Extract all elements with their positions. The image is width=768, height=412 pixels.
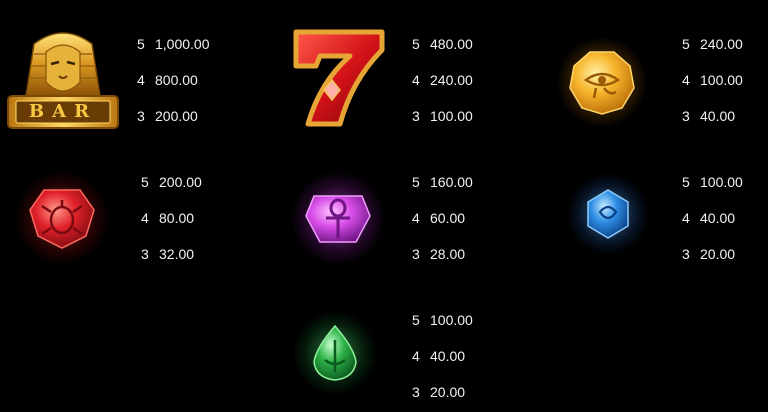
paytable-ankh-purple-gem: 5 160.00 4 60.00 3 28.00 (412, 174, 512, 264)
payout-row: 4 800.00 (137, 72, 198, 88)
scarab-red-gem-symbol (14, 170, 110, 266)
payout-row: 5 200.00 (141, 174, 202, 190)
symbol-count: 3 (682, 246, 690, 262)
symbol-count: 4 (141, 210, 149, 226)
payout-row: 4 240.00 (412, 72, 473, 88)
paytable-scarab-red-gem: 5 200.00 4 80.00 3 32.00 (141, 174, 241, 264)
payout-value: 1,000.00 (155, 36, 210, 52)
symbol-count: 3 (412, 108, 420, 124)
payout-value: 100.00 (700, 174, 743, 190)
bar-label: BAR (28, 101, 98, 122)
payout-value: 240.00 (700, 36, 743, 52)
symbol-count: 3 (141, 246, 149, 262)
payout-row: 4 40.00 (412, 348, 465, 364)
payout-value: 28.00 (430, 246, 466, 262)
scarab-icon (29, 189, 95, 249)
payout-row: 5 100.00 (682, 174, 743, 190)
eye-of-horus-gem-symbol (556, 36, 648, 128)
symbol-count: 4 (137, 72, 145, 88)
symbol-count: 3 (412, 246, 420, 262)
ankh-purple-gem-symbol (290, 170, 386, 266)
symbol-count: 5 (682, 174, 690, 190)
paytable-blue-gem: 5 100.00 4 40.00 3 20.00 (682, 174, 768, 264)
green-gem-icon (313, 324, 357, 381)
payout-value: 40.00 (700, 210, 736, 226)
payout-row: 3 32.00 (141, 246, 194, 262)
payout-value: 480.00 (430, 36, 473, 52)
ankh-icon (305, 195, 371, 243)
payout-row: 4 40.00 (682, 210, 735, 226)
payout-value: 240.00 (430, 72, 473, 88)
blue-gem-symbol (566, 172, 650, 256)
symbol-count: 4 (682, 72, 690, 88)
symbol-count: 5 (412, 174, 420, 190)
payout-row: 3 100.00 (412, 108, 473, 124)
payout-value: 60.00 (430, 210, 466, 226)
payout-value: 200.00 (155, 108, 198, 124)
payout-row: 3 20.00 (682, 246, 735, 262)
symbol-count: 3 (412, 384, 420, 400)
symbol-count: 3 (682, 108, 690, 124)
paytable-lucky-seven: 5 480.00 4 240.00 3 100.00 (412, 36, 512, 126)
symbol-count: 4 (412, 348, 420, 364)
payout-row: 5 160.00 (412, 174, 473, 190)
symbol-count: 4 (412, 210, 420, 226)
lucky-seven-symbol (286, 26, 390, 130)
eye-of-horus-icon (569, 51, 635, 115)
payout-value: 40.00 (700, 108, 736, 124)
payout-row: 5 1,000.00 (137, 36, 210, 52)
blue-gem-icon (587, 189, 629, 239)
symbol-count: 5 (412, 36, 420, 52)
paytable-eye-of-horus-gem: 5 240.00 4 100.00 3 40.00 (682, 36, 768, 126)
symbol-count: 5 (412, 312, 420, 328)
payout-row: 5 240.00 (682, 36, 743, 52)
symbol-count: 4 (682, 210, 690, 226)
payout-value: 100.00 (700, 72, 743, 88)
payout-row: 3 200.00 (137, 108, 198, 124)
payout-value: 20.00 (430, 384, 466, 400)
symbol-count: 3 (137, 108, 145, 124)
payout-value: 100.00 (430, 312, 473, 328)
symbol-count: 5 (682, 36, 690, 52)
seven-icon (293, 29, 385, 127)
symbol-count: 5 (137, 36, 145, 52)
pharaoh-bar-symbol: BAR (4, 24, 122, 134)
payout-value: 200.00 (159, 174, 202, 190)
payout-row: 4 100.00 (682, 72, 743, 88)
payout-value: 40.00 (430, 348, 466, 364)
payout-row: 3 20.00 (412, 384, 465, 400)
payout-row: 4 60.00 (412, 210, 465, 226)
payout-value: 800.00 (155, 72, 198, 88)
green-gem-symbol (292, 310, 378, 396)
payout-row: 5 100.00 (412, 312, 473, 328)
symbol-count: 5 (141, 174, 149, 190)
payout-value: 32.00 (159, 246, 195, 262)
paytable-pharaoh-bar: 5 1,000.00 4 800.00 3 200.00 (137, 36, 247, 126)
payout-value: 80.00 (159, 210, 195, 226)
payout-value: 100.00 (430, 108, 473, 124)
payout-row: 4 80.00 (141, 210, 194, 226)
payout-row: 3 40.00 (682, 108, 735, 124)
payout-row: 5 480.00 (412, 36, 473, 52)
payout-value: 160.00 (430, 174, 473, 190)
payout-value: 20.00 (700, 246, 736, 262)
payout-row: 3 28.00 (412, 246, 465, 262)
paytable-green-gem: 5 100.00 4 40.00 3 20.00 (412, 312, 512, 402)
symbol-count: 4 (412, 72, 420, 88)
